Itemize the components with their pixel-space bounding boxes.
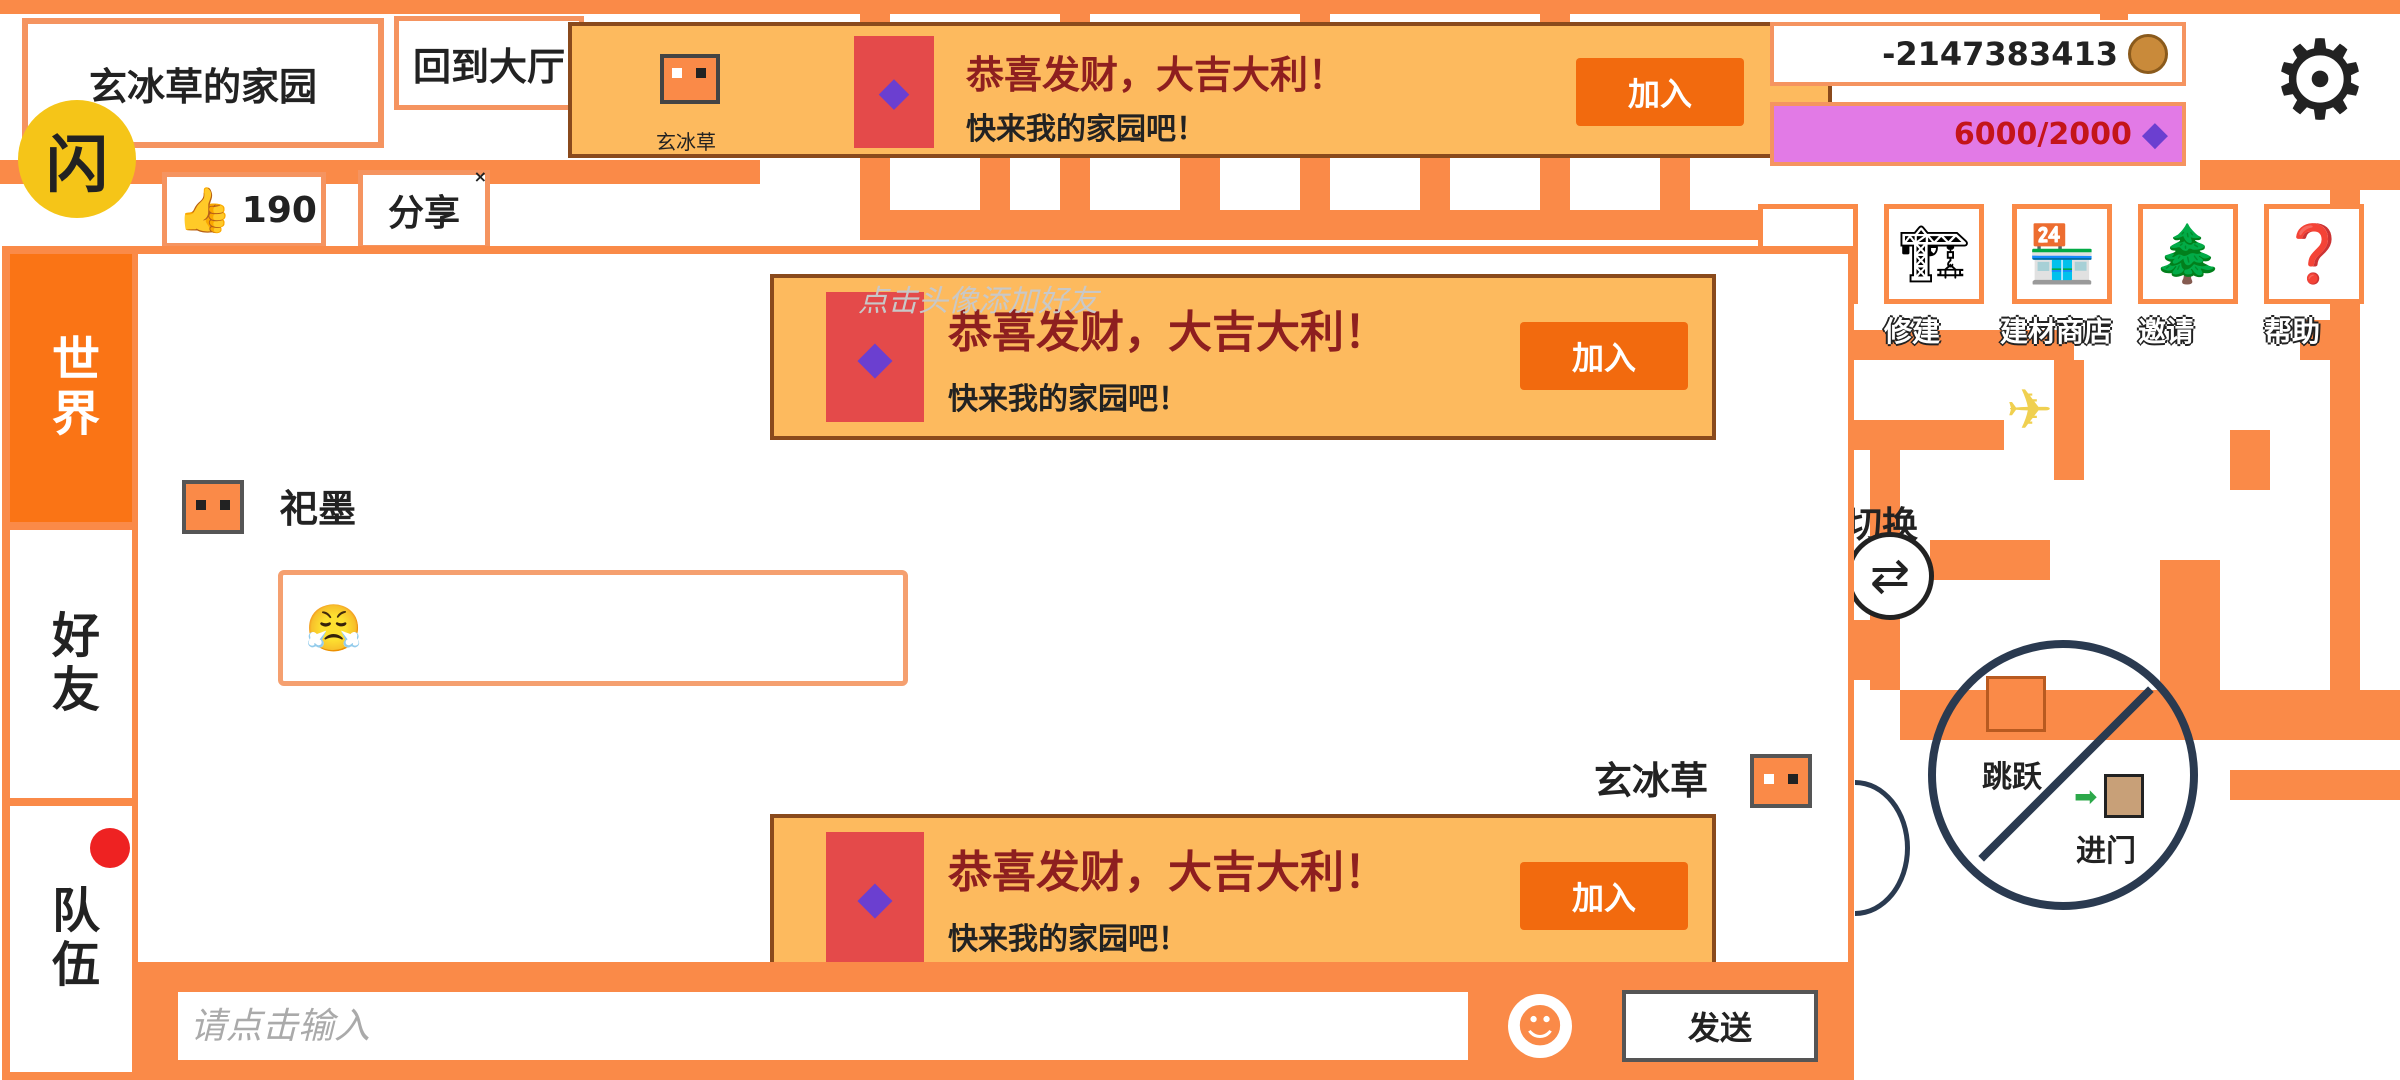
- crane-icon: 🏗: [1884, 204, 1984, 304]
- coins-display: -2147383413: [1770, 22, 2186, 86]
- notification-dot: [90, 828, 130, 868]
- app-badge-icon[interactable]: 闪: [18, 100, 136, 218]
- likes-counter[interactable]: 👍 190: [162, 172, 326, 248]
- material-shop-button[interactable]: 🏪 建材商店: [2000, 204, 2122, 350]
- send-button[interactable]: 发送: [1622, 990, 1818, 1062]
- question-mark-icon: ❓: [2264, 204, 2364, 304]
- self-sender-name: 玄冰草: [1594, 759, 1709, 803]
- tree-icon: 🌲: [2138, 204, 2238, 304]
- invite-button[interactable]: 🌲 邀请: [2138, 204, 2248, 350]
- player-avatar-icon[interactable]: [660, 54, 720, 104]
- add-friend-hint: 点击头像添加好友: [858, 284, 1098, 319]
- angry-emoji-icon: 😤: [305, 600, 363, 655]
- share-button[interactable]: 分享 ×: [358, 167, 490, 250]
- sender-avatar-icon[interactable]: [182, 480, 244, 534]
- gem-icon: ◆: [878, 69, 910, 115]
- message-join-button[interactable]: 加入: [1520, 862, 1688, 930]
- likes-count: 190: [241, 189, 317, 231]
- material-shop-label: 建材商店: [2000, 315, 2113, 348]
- game-screen: 玄冰草的家园 回到大厅 闪 👍 190 分享 × 玄冰草 ◆ 恭喜发财，大吉大利…: [0, 0, 2400, 1080]
- red-envelope-icon: ◆: [854, 36, 934, 148]
- help-button[interactable]: ❓ 帮助: [2264, 204, 2374, 350]
- player-name: 玄冰草: [656, 130, 716, 154]
- message-subtitle: 快来我的家园吧！: [948, 922, 1188, 957]
- banner-title: 恭喜发财，大吉大利！: [966, 53, 1347, 97]
- tab-world[interactable]: 世界: [10, 254, 132, 522]
- share-label: 分享: [387, 193, 460, 234]
- switch-button[interactable]: ⇄: [1846, 532, 1934, 620]
- emoji-picker-icon[interactable]: ☻: [1508, 994, 1572, 1058]
- coin-icon: [2128, 34, 2168, 74]
- back-to-hall-button[interactable]: 回到大厅: [394, 16, 584, 110]
- banner-subtitle: 快来我的家园吧！: [966, 112, 1206, 147]
- chat-messages[interactable]: ◆ 恭喜发财，大吉大利！ 快来我的家园吧！ 加入 点击头像添加好友 祀墨 😤 玄…: [138, 254, 1848, 962]
- enter-label: 进门: [2076, 834, 2136, 869]
- message-join-button[interactable]: 加入: [1520, 322, 1688, 390]
- thumbs-up-icon: 👍: [177, 185, 232, 236]
- chat-input[interactable]: [178, 992, 1468, 1060]
- help-label: 帮助: [2264, 315, 2321, 348]
- self-avatar-icon[interactable]: [1750, 754, 1812, 808]
- settings-gear-icon[interactable]: ⚙: [2262, 22, 2378, 138]
- cat-jump-icon: [1986, 676, 2046, 732]
- invite-label: 邀请: [2138, 315, 2195, 348]
- diamond-icon: ◆: [2141, 114, 2168, 154]
- jump-label: 跳跃: [1982, 760, 2042, 795]
- red-envelope-icon: ◆: [826, 832, 924, 962]
- build-button[interactable]: 🏗 修建: [1884, 204, 1994, 350]
- chat-panel: 世界 好友 队伍 ◆ 恭喜发财，大吉大利！ 快来我的家园吧！ 加入 点击头像添加…: [2, 246, 1854, 1080]
- sender-name: 祀墨: [280, 487, 357, 531]
- door-icon: [2104, 774, 2144, 818]
- message-subtitle: 快来我的家园吧！: [948, 382, 1188, 417]
- share-close-icon[interactable]: ×: [474, 167, 487, 186]
- tab-friends[interactable]: 好友: [10, 530, 132, 798]
- arrow-right-icon: ➡: [2074, 780, 2098, 813]
- gems-display: 6000/2000 ◆: [1770, 102, 2186, 166]
- top-red-packet-banner: 玄冰草 ◆ 恭喜发财，大吉大利！ 快来我的家园吧！ 加入: [568, 22, 1832, 158]
- chat-tabs: 世界 好友 队伍: [10, 254, 132, 1072]
- emoji-message-bubble: 😤: [278, 570, 908, 686]
- paper-plane-icon: ✈: [2006, 378, 2053, 443]
- shop-icon: 🏪: [2012, 204, 2112, 304]
- gems-value: 6000/2000: [1953, 116, 2132, 152]
- red-packet-message: ◆ 恭喜发财，大吉大利！ 快来我的家园吧！ 加入: [770, 814, 1716, 962]
- build-label: 修建: [1884, 315, 1941, 348]
- message-title: 恭喜发财，大吉大利！: [948, 847, 1388, 898]
- banner-join-button[interactable]: 加入: [1576, 58, 1744, 126]
- coins-value: -2147383413: [1882, 35, 2118, 73]
